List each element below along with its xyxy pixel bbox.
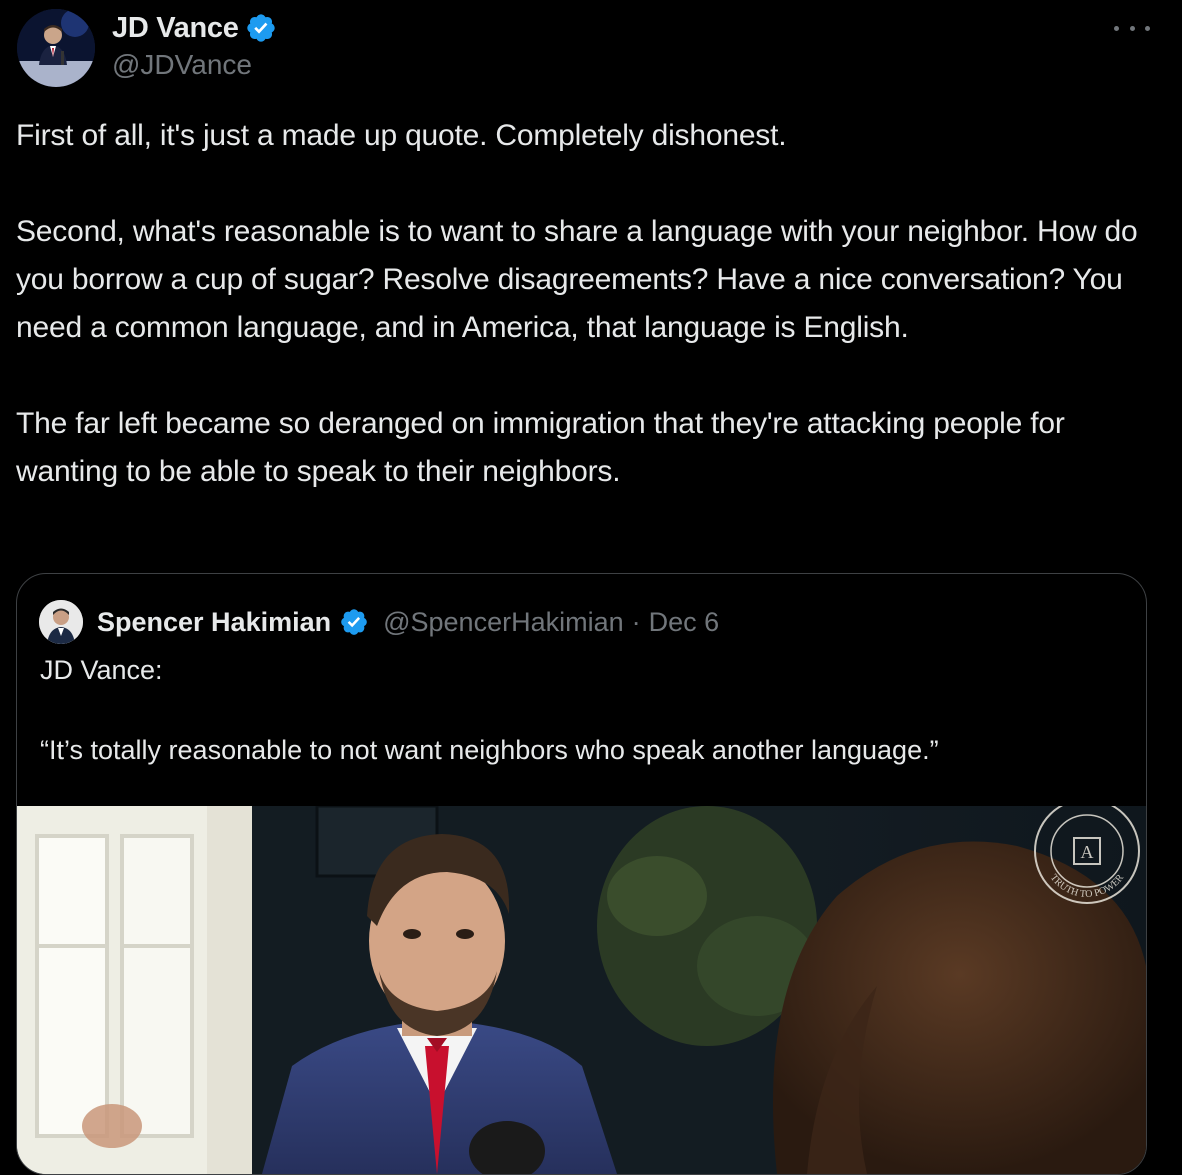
author-display-name[interactable]: JD Vance xyxy=(112,12,239,45)
more-dot xyxy=(1129,25,1135,31)
verified-badge-icon[interactable] xyxy=(245,12,277,44)
tweet-paragraph: Second, what's reasonable is to want to … xyxy=(16,215,1138,344)
quoted-tweet-paragraph: JD Vance: xyxy=(40,655,163,685)
tweet-text: First of all, it's just a made up quote.… xyxy=(16,112,1166,496)
separator-dot: · xyxy=(631,606,641,637)
author-handle[interactable]: @JDVance xyxy=(112,49,252,81)
quoted-tweet-date[interactable]: Dec 6 xyxy=(649,607,720,638)
verified-badge-icon[interactable] xyxy=(339,607,369,637)
author-avatar[interactable] xyxy=(17,9,95,87)
quoted-tweet-paragraph: “It’s totally reasonable to not want nei… xyxy=(40,735,939,765)
quoted-tweet-header: Spencer Hakimian @SpencerHakimian · Dec … xyxy=(39,600,719,644)
more-dot xyxy=(1145,25,1150,31)
quoted-tweet-text: JD Vance: “It’s totally reasonable to no… xyxy=(40,650,1120,770)
quoted-author-display-name[interactable]: Spencer Hakimian xyxy=(97,607,331,638)
svg-text:A: A xyxy=(1081,842,1094,862)
quoted-author-avatar[interactable] xyxy=(39,600,83,644)
tweet: JD Vance @JDVance First of all, it's jus… xyxy=(0,0,1182,1175)
quoted-tweet-video[interactable]: A TRUTH TO POWER xyxy=(17,806,1146,1174)
more-dot xyxy=(1114,25,1119,31)
quoted-tweet-card[interactable]: Spencer Hakimian @SpencerHakimian · Dec … xyxy=(16,573,1147,1175)
tweet-paragraph: The far left became so deranged on immig… xyxy=(16,407,1065,488)
author-name-row: JD Vance xyxy=(112,8,277,48)
more-horizontal-icon[interactable] xyxy=(1114,14,1150,42)
tweet-paragraph: First of all, it's just a made up quote.… xyxy=(16,119,787,152)
quoted-author-handle[interactable]: @SpencerHakimian xyxy=(383,607,624,638)
